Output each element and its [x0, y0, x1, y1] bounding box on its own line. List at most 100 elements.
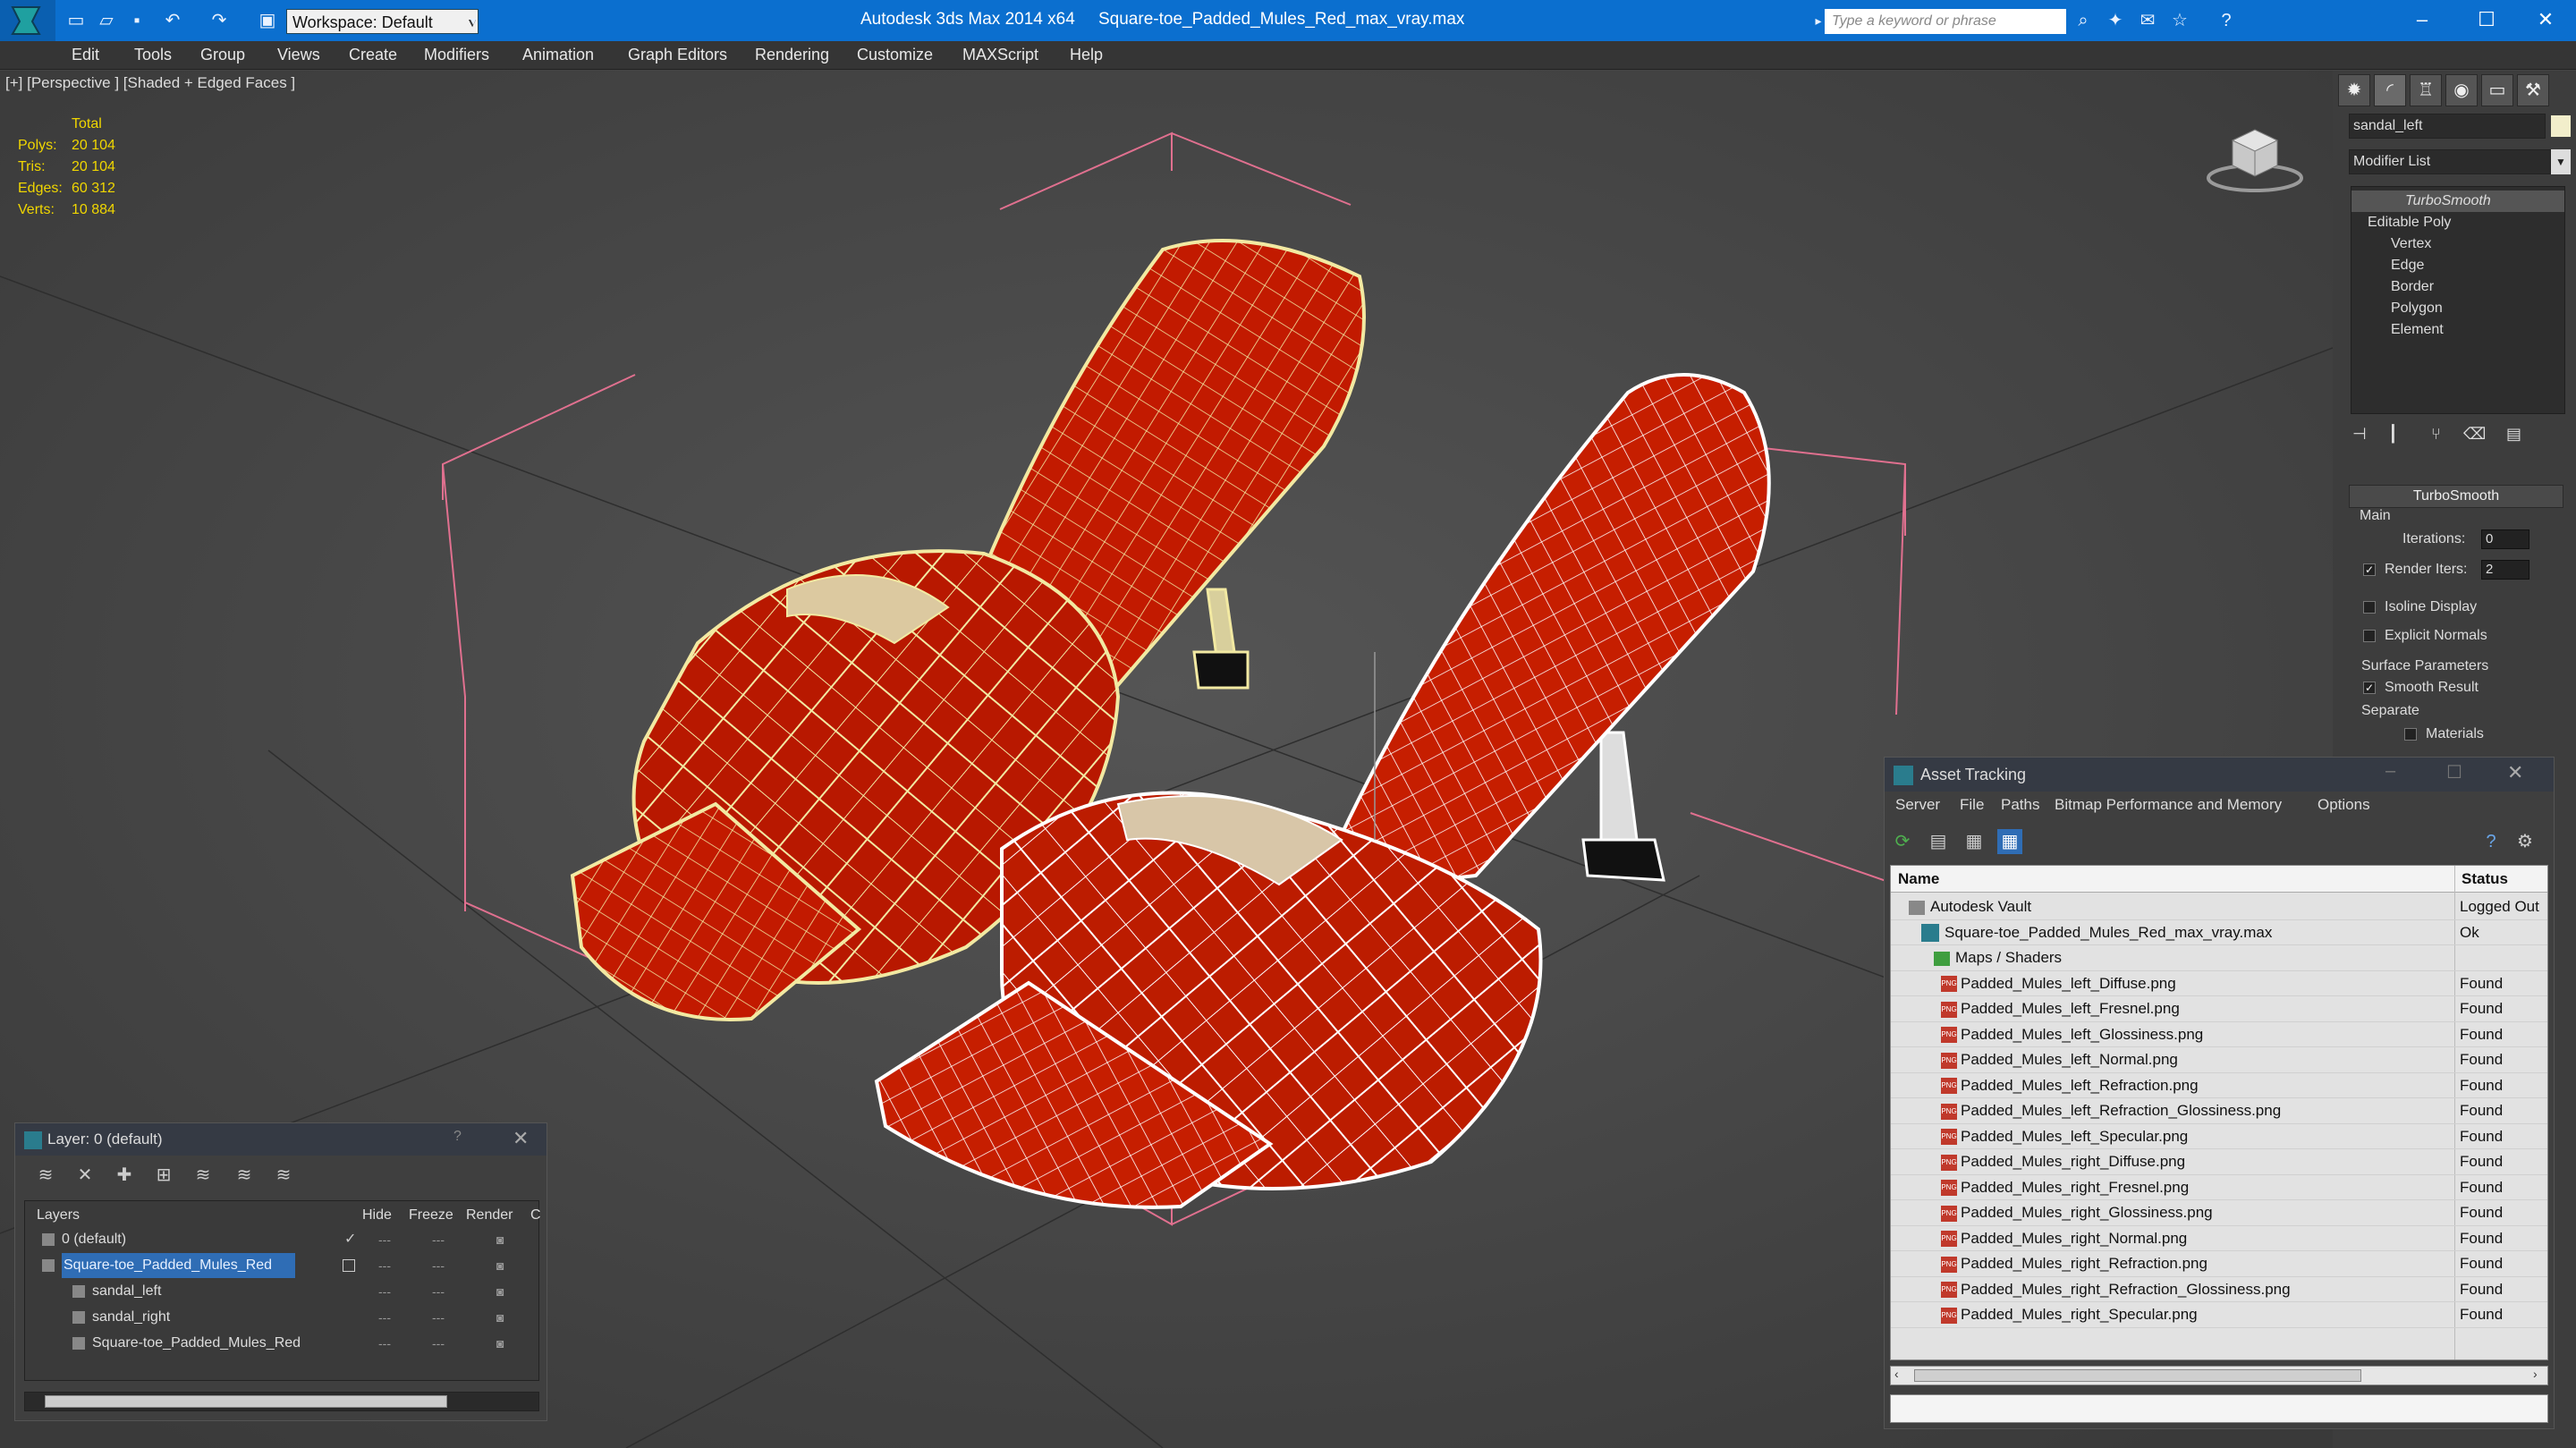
menu-graph-editors[interactable]: Graph Editors	[624, 41, 731, 70]
menu-help[interactable]: Help	[1066, 41, 1106, 70]
motion-tab-icon[interactable]: ◉	[2445, 74, 2478, 106]
layer-freeze-toggle[interactable]: ---	[432, 1227, 445, 1252]
asset-row[interactable]: Autodesk Vault Logged Out	[1891, 894, 2547, 920]
modifier-list-dropdown[interactable]: Modifier List	[2349, 149, 2551, 174]
modifier-stack-item[interactable]: Vertex	[2391, 233, 2431, 255]
scroll-thumb[interactable]	[45, 1395, 447, 1408]
layer-name[interactable]: sandal_right	[92, 1305, 170, 1330]
layer-name[interactable]: Square-toe_Padded_Mules_Red	[92, 1331, 301, 1356]
menu-edit[interactable]: Edit	[68, 41, 103, 70]
layer-row[interactable]: Square-toe_Padded_Mules_Red --- --- ◙	[26, 1253, 538, 1279]
menu-animation[interactable]: Animation	[519, 41, 597, 70]
layer-column-header[interactable]: C	[530, 1207, 541, 1224]
layer-column-header[interactable]: Layers	[37, 1207, 80, 1224]
list-view-icon[interactable]: ▤	[1926, 829, 1951, 854]
layer-column-header[interactable]: Hide	[362, 1207, 392, 1224]
asset-menu-bitmap-performance-and-memory[interactable]: Bitmap Performance and Memory	[2055, 792, 2282, 818]
search-input[interactable]: Type a keyword or phrase	[1825, 9, 2066, 34]
layer-hide-toggle[interactable]: ---	[378, 1331, 391, 1356]
scroll-left-icon[interactable]: ‹	[1894, 1367, 1899, 1381]
project-folder-icon[interactable]: ▣	[256, 9, 279, 32]
layer-freeze-toggle[interactable]: ---	[432, 1279, 445, 1304]
minimize-button[interactable]: –	[2397, 4, 2447, 36]
object-color-swatch[interactable]	[2551, 115, 2571, 137]
asset-row[interactable]: PNG Padded_Mules_right_Refraction_Glossin…	[1891, 1277, 2547, 1302]
utilities-tab-icon[interactable]: ⚒	[2517, 74, 2549, 106]
layer-name[interactable]: sandal_left	[92, 1279, 161, 1304]
delete-layer-icon[interactable]: ✕	[72, 1163, 97, 1188]
asset-row[interactable]: PNG Padded_Mules_left_Glossiness.png Found	[1891, 1022, 2547, 1047]
active-layer-checkmark-icon[interactable]: ✓	[344, 1227, 356, 1252]
scroll-thumb[interactable]	[1914, 1369, 2361, 1382]
redo-icon[interactable]: ↷	[208, 9, 231, 32]
layer-hide-toggle[interactable]: ---	[378, 1305, 391, 1330]
asset-row[interactable]: PNG Padded_Mules_left_Normal.png Found	[1891, 1047, 2547, 1073]
current-layer-box-icon[interactable]	[343, 1259, 355, 1272]
asset-row[interactable]: PNG Padded_Mules_left_Refraction_Glossine…	[1891, 1098, 2547, 1124]
communication-icon[interactable]: ✉	[2136, 9, 2159, 32]
layer-render-toggle[interactable]: ◙	[496, 1227, 504, 1252]
customize-toolbar-icon[interactable]: ▾	[462, 9, 485, 32]
asset-horizontal-scrollbar[interactable]: ‹ ›	[1890, 1366, 2548, 1385]
menu-views[interactable]: Views	[274, 41, 324, 70]
settings-icon[interactable]: ⚙	[2512, 829, 2538, 854]
refresh-icon[interactable]: ⟳	[1890, 829, 1915, 854]
select-in-layer-icon[interactable]: ⊞	[151, 1163, 176, 1188]
layer-row[interactable]: sandal_left --- --- ◙	[26, 1279, 538, 1305]
favorites-star-icon[interactable]: ☆	[2168, 9, 2191, 32]
chevron-down-icon[interactable]: ▼	[2551, 149, 2571, 174]
layer-render-toggle[interactable]: ◙	[496, 1253, 504, 1278]
show-end-result-icon[interactable]: ┃	[2388, 425, 2398, 444]
asset-row[interactable]: Maps / Shaders	[1891, 945, 2547, 971]
menu-group[interactable]: Group	[197, 41, 249, 70]
table-view-icon[interactable]: ▦	[1997, 829, 2022, 854]
asset-path-field[interactable]	[1890, 1394, 2548, 1423]
maximize-button[interactable]: ☐	[2462, 4, 2512, 36]
object-name-field[interactable]: sandal_left	[2349, 114, 2546, 139]
asset-row[interactable]: PNG Padded_Mules_left_Specular.png Found	[1891, 1124, 2547, 1149]
hierarchy-tab-icon[interactable]: ♖	[2410, 74, 2442, 106]
layer-name[interactable]: 0 (default)	[62, 1227, 126, 1252]
materials-checkbox[interactable]	[2404, 728, 2417, 741]
asset-row[interactable]: PNG Padded_Mules_right_Specular.png Found	[1891, 1302, 2547, 1328]
configure-modifier-sets-icon[interactable]: ▤	[2506, 425, 2521, 444]
asset-row[interactable]: PNG Padded_Mules_left_Refraction.png Found	[1891, 1073, 2547, 1098]
undo-icon[interactable]: ↶	[161, 9, 184, 32]
menu-tools[interactable]: Tools	[131, 41, 175, 70]
asset-column-header[interactable]: Status	[2462, 866, 2508, 893]
menu-modifiers[interactable]: Modifiers	[420, 41, 493, 70]
modifier-stack-item[interactable]: Edge	[2391, 255, 2424, 276]
asset-row[interactable]: PNG Padded_Mules_left_Diffuse.png Found	[1891, 971, 2547, 996]
help-icon[interactable]: ?	[2215, 9, 2238, 32]
smooth-result-checkbox[interactable]: ✓	[2363, 682, 2376, 694]
layer-horizontal-scrollbar[interactable]	[24, 1392, 539, 1411]
remove-modifier-icon[interactable]: ⌫	[2463, 425, 2486, 444]
scroll-right-icon[interactable]: ›	[2533, 1367, 2538, 1381]
layer-help-button[interactable]: ?	[453, 1129, 462, 1145]
viewcube-icon[interactable]	[2206, 114, 2304, 194]
menu-maxscript[interactable]: MAXScript	[959, 41, 1042, 70]
asset-row[interactable]: PNG Padded_Mules_right_Diffuse.png Found	[1891, 1149, 2547, 1175]
asset-row[interactable]: Square-toe_Padded_Mules_Red_max_vray.max…	[1891, 920, 2547, 945]
asset-minimize-button[interactable]: –	[2385, 761, 2395, 782]
menu-customize[interactable]: Customize	[853, 41, 936, 70]
modifier-stack-item[interactable]: Element	[2391, 319, 2444, 341]
workspace-dropdown[interactable]: Workspace: Default	[286, 9, 479, 34]
layer-freeze-toggle[interactable]: ---	[432, 1253, 445, 1278]
asset-row[interactable]: PNG Padded_Mules_left_Fresnel.png Found	[1891, 996, 2547, 1022]
asset-menu-paths[interactable]: Paths	[2001, 792, 2039, 818]
turbosmooth-rollout-header[interactable]: TurboSmooth	[2349, 485, 2563, 508]
layer-column-header[interactable]: Render	[466, 1207, 513, 1224]
modifier-stack-item[interactable]: Polygon	[2391, 298, 2443, 319]
binoculars-icon[interactable]: ⌕	[2072, 9, 2095, 32]
layer-render-toggle[interactable]: ◙	[496, 1305, 504, 1330]
save-icon[interactable]: ▪	[125, 9, 148, 32]
layer-hide-toggle[interactable]: ---	[378, 1279, 391, 1304]
layer-hide-toggle[interactable]: ---	[378, 1253, 391, 1278]
modifier-stack-item[interactable]: TurboSmooth	[2351, 191, 2564, 212]
modifier-stack-item[interactable]: Editable Poly	[2368, 212, 2451, 233]
asset-menu-options[interactable]: Options	[2318, 792, 2370, 818]
asset-menu-server[interactable]: Server	[1895, 792, 1940, 818]
open-file-icon[interactable]: ▱	[95, 9, 118, 32]
layer-render-toggle[interactable]: ◙	[496, 1279, 504, 1304]
